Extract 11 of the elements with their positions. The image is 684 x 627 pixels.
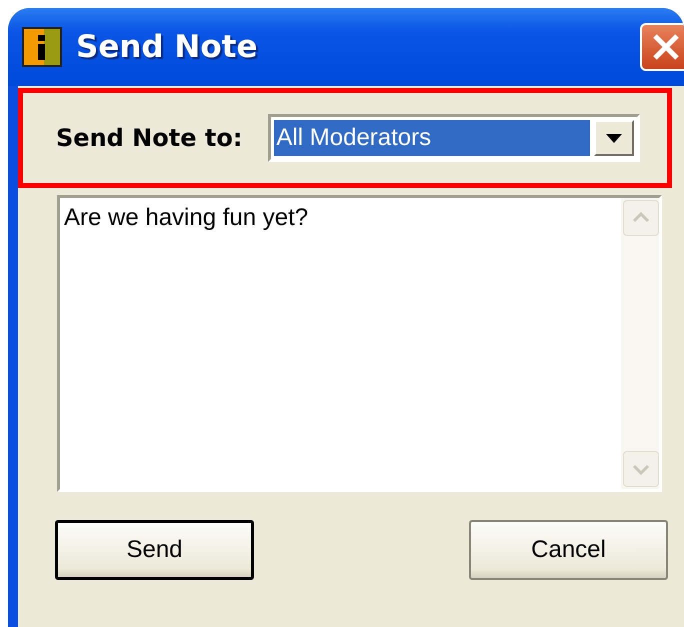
cancel-button[interactable]: Cancel bbox=[469, 520, 668, 580]
send-button[interactable]: Send bbox=[55, 520, 254, 580]
caret-icon bbox=[606, 134, 622, 142]
recipient-label: Send Note to: bbox=[56, 124, 242, 152]
close-button[interactable] bbox=[640, 23, 684, 71]
close-icon bbox=[651, 32, 681, 62]
selected-recipient: All Moderators bbox=[274, 120, 590, 156]
recipient-dropdown[interactable]: All Moderators bbox=[268, 114, 640, 162]
dropdown-button[interactable] bbox=[594, 120, 634, 156]
window-title: Send Note bbox=[76, 29, 258, 65]
info-icon bbox=[22, 27, 62, 67]
